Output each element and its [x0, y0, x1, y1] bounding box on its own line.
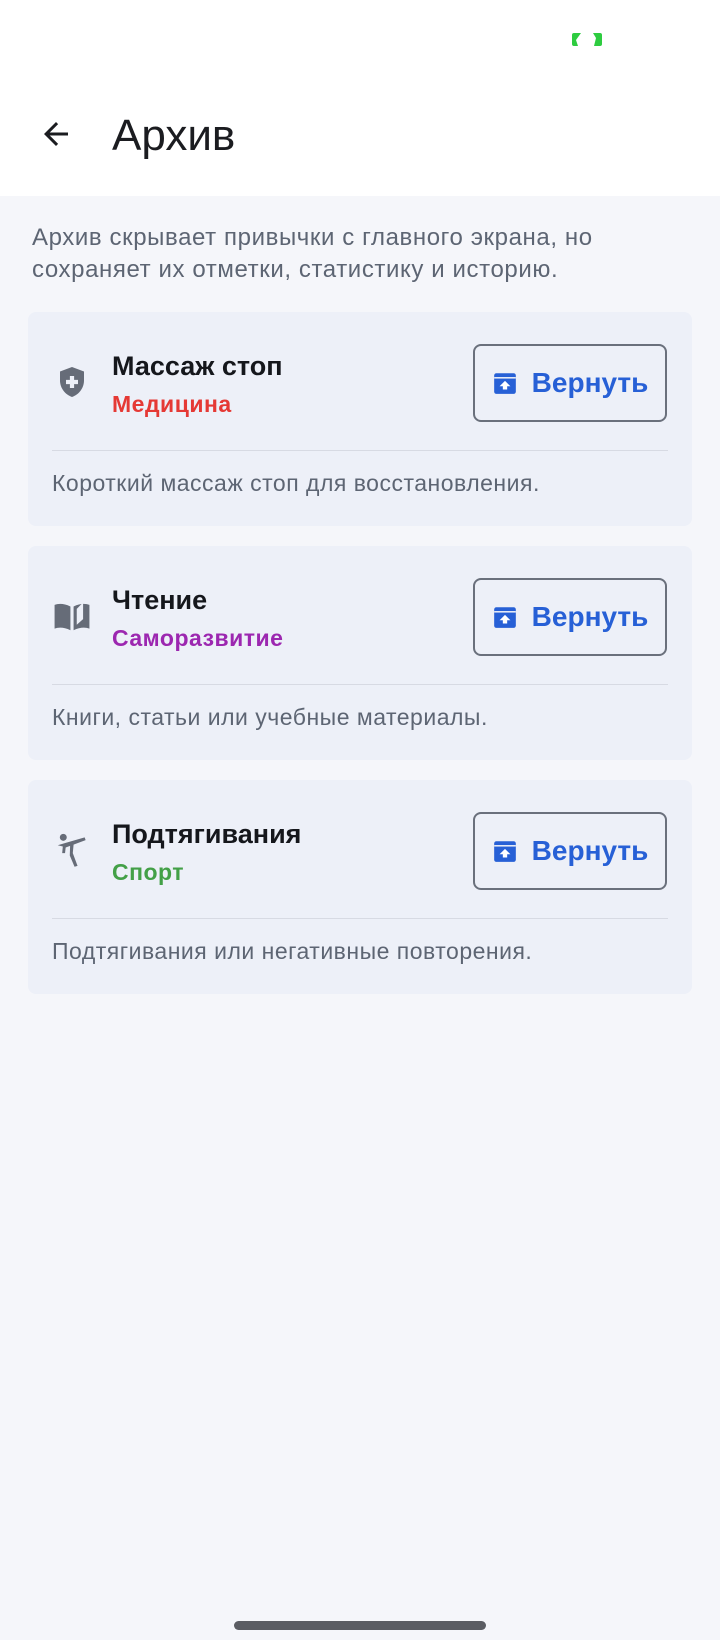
restore-button-label: Вернуть [531, 367, 649, 398]
restore-button[interactable]: Вернуть [473, 578, 667, 656]
page-title: Архив [112, 111, 236, 160]
sport-figure-icon [57, 833, 86, 867]
habit-category: Медицина [112, 391, 232, 417]
status-bar [0, 0, 720, 78]
unarchive-icon [493, 841, 516, 862]
habit-category: Саморазвитие [112, 625, 284, 651]
divider [52, 684, 668, 685]
screen-record-indicator-icon [572, 33, 602, 46]
habit-description: Книги, статьи или учебные материалы. [52, 704, 488, 730]
habit-name: Чтение [112, 585, 208, 615]
divider [52, 450, 668, 451]
restore-button-label: Вернуть [531, 835, 649, 866]
archive-info-text: Архив скрывает привычки с главного экран… [32, 224, 593, 283]
habit-name: Подтягивания [112, 819, 302, 849]
divider [52, 918, 668, 919]
app-bar: Архив [0, 78, 720, 196]
unarchive-icon [493, 607, 516, 628]
habit-card: Чтение Саморазвитие Вернуть Книги, стать… [28, 546, 692, 760]
habit-name: Массаж стоп [112, 351, 283, 381]
habit-card: Подтягивания Спорт Вернуть Подтягивания … [28, 780, 692, 994]
habit-card: Массаж стоп Медицина Вернуть Короткий ма… [28, 312, 692, 526]
restore-button[interactable]: Вернуть [473, 344, 667, 422]
shield-plus-icon [60, 367, 84, 397]
home-indicator[interactable] [234, 1621, 486, 1630]
book-icon [54, 602, 90, 631]
restore-button[interactable]: Вернуть [473, 812, 667, 890]
habit-category: Спорт [112, 859, 185, 885]
restore-button-label: Вернуть [531, 601, 649, 632]
habit-description: Короткий массаж стоп для восстановления. [52, 470, 540, 496]
back-button[interactable] [28, 106, 84, 162]
habit-description: Подтягивания или негативные повторения. [52, 938, 533, 964]
arrow-back-icon [44, 122, 68, 146]
unarchive-icon [493, 373, 516, 394]
